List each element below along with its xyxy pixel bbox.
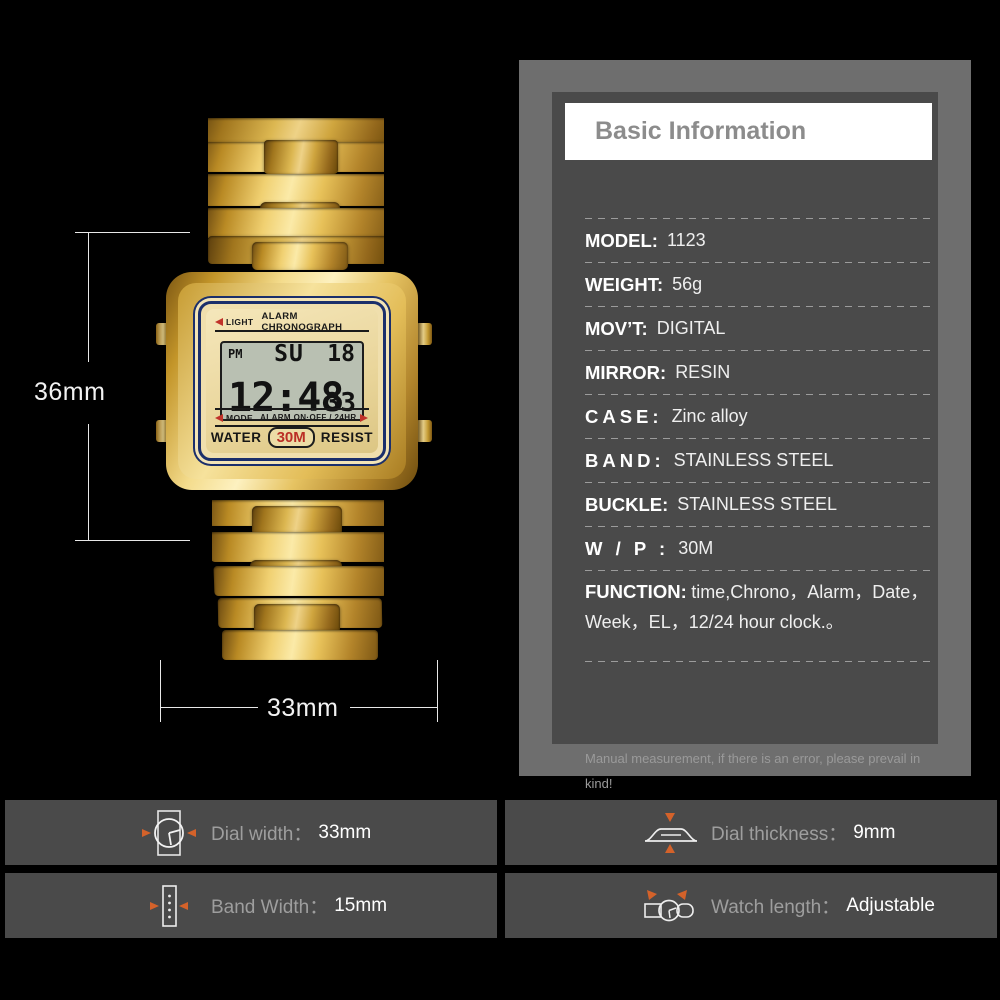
note-line-1: Manual measurement, if there is an error… [585, 751, 921, 791]
spec-value: 30M [678, 538, 714, 558]
spec-value: Zinc alloy [671, 406, 748, 426]
water-resist-badge: 30M [267, 427, 315, 448]
lcd-date: 18 [327, 341, 355, 367]
lcd-meridiem: PM [228, 347, 243, 361]
lcd-top-row: PM SU 18 [228, 341, 355, 367]
height-dim-bottom-tick [75, 540, 190, 541]
band-width-icon [137, 880, 201, 932]
panel-value: Adjustable [846, 894, 935, 916]
spec-row-weight: WEIGHT: 56g [585, 263, 933, 306]
panel-dial-width[interactable]: Dial width： 33mm [5, 800, 497, 865]
spec-key: WEIGHT: [585, 273, 664, 295]
panel-watch-length[interactable]: Watch length： Adjustable [505, 873, 997, 938]
spec-value: DIGITAL [656, 318, 726, 338]
resist-label: RESIST [320, 430, 374, 445]
lcd-day: SU [274, 341, 304, 367]
panel-label: Watch length： [711, 897, 841, 918]
panel-label: Dial width： [211, 824, 313, 845]
panel-value: 33mm [318, 821, 372, 843]
light-label: LIGHT [226, 316, 254, 327]
panel-value: 15mm [334, 894, 388, 916]
watch-case-inner: LIGHT ALARM CHRONOGRAPH PM SU 18 12:48 3 [178, 283, 406, 479]
mode-arrow-icon [215, 413, 223, 422]
width-dim-label: 33mm [267, 694, 339, 722]
spec-row-function: FUNCTION: time,Chrono，Alarm，Date，Week，EL… [585, 571, 933, 639]
chronograph-label: ALARM CHRONOGRAPH [261, 310, 343, 333]
dial-bottom-row: MODE ALARM ON·OFF / 24HR [215, 410, 369, 425]
water-resist-row: WATER 30M RESIST [211, 427, 373, 448]
panel-label: Dial thickness： [711, 824, 848, 845]
height-dim-top-tick [75, 232, 190, 233]
width-dim-right-tick [437, 660, 438, 722]
spec-key: BAND: [585, 449, 665, 471]
watch-case: LIGHT ALARM CHRONOGRAPH PM SU 18 12:48 3 [166, 272, 418, 490]
spec-value: 56g [672, 274, 703, 294]
watch-pusher-right-bottom [416, 420, 432, 442]
spec-value: STAINLESS STEEL [673, 450, 834, 470]
watch-bezel: LIGHT ALARM CHRONOGRAPH PM SU 18 12:48 3 [198, 301, 386, 461]
watch-bracelet-upper [208, 118, 384, 280]
spec-key: MIRROR: [585, 361, 667, 383]
watch-dial: LIGHT ALARM CHRONOGRAPH PM SU 18 12:48 3 [206, 309, 378, 453]
water-label: WATER [210, 430, 262, 445]
panel-dial-thickness[interactable]: Dial thickness： 9mm [505, 800, 997, 865]
product-spec-page: 36mm 33mm LIGHT ALARM CHRONOGRAPH PM SU … [0, 0, 1000, 1000]
row-divider-final [585, 661, 933, 662]
spec-row-water-proof: W / P : 30M [585, 527, 933, 570]
panel-label: Band Width： [211, 897, 329, 918]
spec-key: MOV’T: [585, 317, 648, 339]
spec-row-model: MODEL: 1123 [585, 219, 933, 262]
spec-key: FUNCTION: [585, 581, 687, 602]
spec-panel: Basic Information MODEL: 1123 WEIGHT: 56… [519, 60, 971, 841]
spec-value: RESIN [675, 362, 731, 382]
dial-top-row: LIGHT ALARM CHRONOGRAPH [215, 311, 369, 333]
alarm-arrow-icon [359, 413, 368, 422]
spec-key: MODEL: [585, 229, 658, 251]
spec-row-buckle: BUCKLE: STAINLESS STEEL [585, 483, 933, 526]
spec-key: W / P : [585, 537, 670, 559]
spec-value: 1123 [666, 230, 706, 250]
spec-key: BUCKLE: [585, 493, 669, 515]
watch-dial-width-icon [137, 807, 201, 859]
width-dim-left-tick [160, 660, 161, 722]
spec-row-band: BAND: STAINLESS STEEL [585, 439, 933, 482]
spec-rows: MODEL: 1123 WEIGHT: 56g MOV’T: DIGITAL M… [585, 218, 933, 662]
height-dim-label: 36mm [34, 378, 106, 406]
watch-thickness-icon [637, 807, 701, 859]
watch-pusher-right-top [416, 323, 432, 345]
mode-label: MODE [226, 412, 254, 423]
light-arrow-icon [215, 317, 223, 326]
spec-row-case: CASE: Zinc alloy [585, 395, 933, 438]
product-photo: 36mm 33mm LIGHT ALARM CHRONOGRAPH PM SU … [0, 0, 505, 790]
spec-value: STAINLESS STEEL [677, 494, 837, 514]
page-title: Basic Information [595, 117, 807, 145]
spec-row-mirror: MIRROR: RESIN [585, 351, 933, 394]
alarm-switch-label: ALARM ON·OFF / 24HR [260, 413, 357, 422]
watch-length-icon [637, 880, 701, 932]
panel-value: 9mm [853, 821, 896, 843]
panel-band-width[interactable]: Band Width： 15mm [5, 873, 497, 938]
watch-bracelet-lower [212, 500, 384, 670]
spec-key: CASE: [585, 405, 663, 427]
spec-row-movement: MOV’T: DIGITAL [585, 307, 933, 350]
spec-title-bar: Basic Information [565, 103, 932, 160]
